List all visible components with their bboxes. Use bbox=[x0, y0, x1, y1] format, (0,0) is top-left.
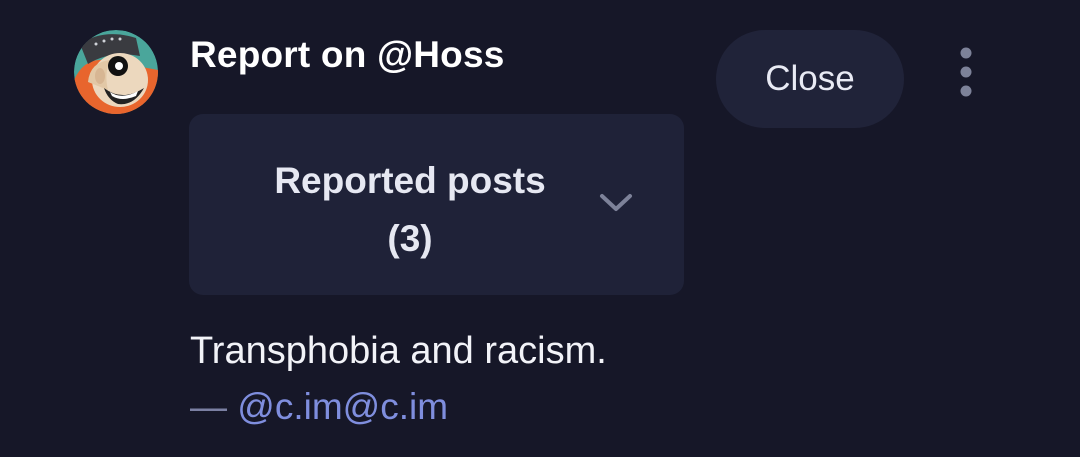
page-title: Report on @Hoss bbox=[190, 34, 505, 75]
avatar[interactable] bbox=[74, 30, 158, 114]
report-comment: Transphobia and racism. bbox=[190, 330, 607, 372]
report-attribution: — @c.im@c.im bbox=[190, 386, 448, 428]
report-view: Report on @Hoss Close Reported posts (3)… bbox=[0, 0, 1080, 457]
more-options-button[interactable] bbox=[944, 44, 988, 100]
vertical-ellipsis-icon bbox=[960, 47, 972, 97]
close-button[interactable]: Close bbox=[716, 30, 904, 128]
reported-posts-label: Reported posts (3) bbox=[225, 152, 595, 268]
author-link[interactable]: @c.im@c.im bbox=[237, 386, 448, 427]
attribution-dash: — bbox=[190, 386, 227, 427]
reported-posts-disclosure[interactable]: Reported posts (3) bbox=[189, 114, 684, 295]
reported-posts-count: (3) bbox=[387, 218, 433, 259]
chevron-down-icon bbox=[600, 194, 632, 211]
avatar-image bbox=[74, 30, 158, 114]
reported-posts-text: Reported posts bbox=[274, 160, 546, 201]
